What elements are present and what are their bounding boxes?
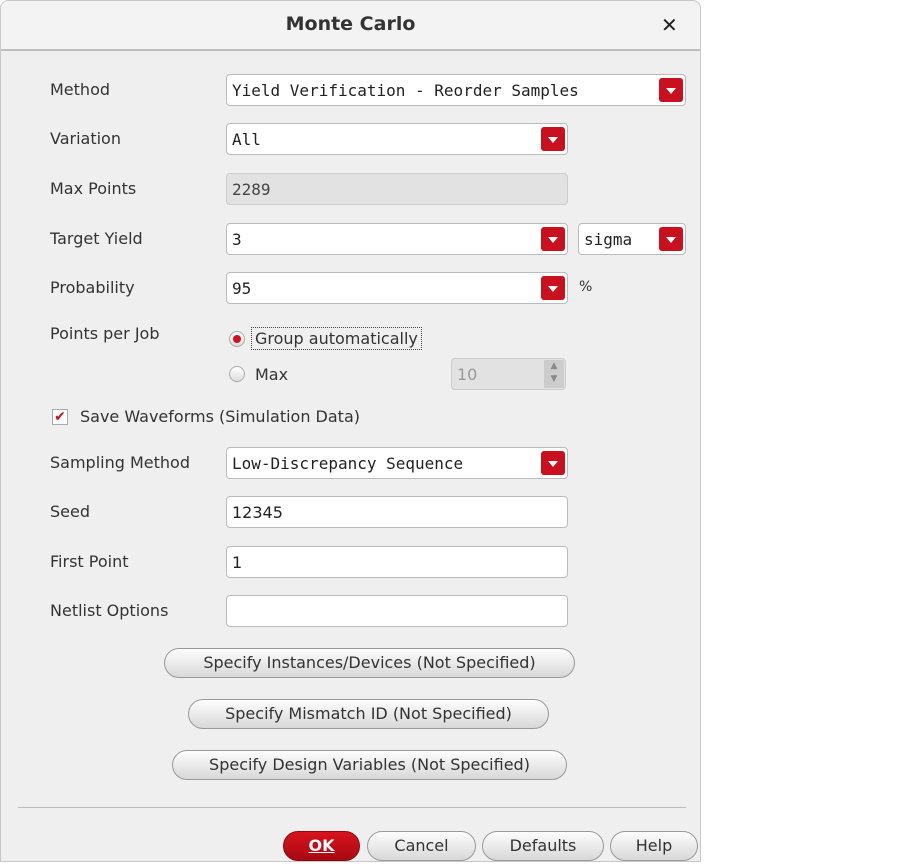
sampling-method-value: Low-Discrepancy Sequence — [232, 454, 464, 473]
chevron-down-icon[interactable] — [659, 227, 683, 251]
chevron-down-icon[interactable] — [659, 78, 683, 102]
target-yield-select[interactable]: 3 — [226, 223, 568, 255]
chevron-down-icon[interactable] — [541, 127, 565, 151]
defaults-button[interactable]: Defaults — [482, 831, 604, 861]
separator — [18, 807, 686, 808]
first-point-label: First Point — [50, 552, 129, 571]
specify-design-variables-button[interactable]: Specify Design Variables (Not Specified) — [172, 750, 567, 780]
max-label[interactable]: Max — [255, 365, 288, 384]
sampling-method-label: Sampling Method — [50, 453, 190, 472]
max-radio[interactable] — [229, 366, 245, 382]
close-icon[interactable]: ✕ — [661, 13, 678, 37]
max-points-field: 2289 — [226, 173, 568, 205]
variation-select[interactable]: All — [226, 123, 568, 155]
probability-label: Probability — [50, 278, 135, 297]
method-select[interactable]: Yield Verification - Reorder Samples — [226, 74, 686, 106]
help-button[interactable]: Help — [610, 831, 698, 861]
netlist-options-label: Netlist Options — [50, 601, 169, 620]
ok-button[interactable]: OK — [283, 831, 360, 861]
specify-mismatch-button[interactable]: Specify Mismatch ID (Not Specified) — [188, 699, 549, 729]
method-value: Yield Verification - Reorder Samples — [232, 81, 579, 100]
target-yield-label: Target Yield — [50, 229, 143, 248]
unit-value: sigma — [584, 230, 633, 249]
probability-select[interactable]: 95 — [226, 272, 568, 304]
save-waveforms-label[interactable]: Save Waveforms (Simulation Data) — [80, 407, 360, 426]
sampling-method-select[interactable]: Low-Discrepancy Sequence — [226, 447, 568, 479]
netlist-options-input[interactable] — [226, 595, 568, 627]
seed-input[interactable]: 12345 — [226, 496, 568, 528]
percent-unit: % — [579, 279, 593, 295]
probability-value: 95 — [232, 279, 252, 298]
method-label: Method — [50, 80, 111, 99]
dialog-title: Monte Carlo — [285, 13, 416, 35]
group-auto-radio[interactable] — [229, 331, 245, 347]
monte-carlo-dialog: Monte Carlo ✕ Method Yield Verification … — [0, 0, 701, 862]
chevron-down-icon[interactable] — [541, 451, 565, 475]
max-points-label: Max Points — [50, 179, 137, 198]
max-spinbox: 10 ▲ ▼ — [451, 358, 566, 390]
save-waveforms-checkbox[interactable]: ✔ — [52, 409, 68, 425]
variation-label: Variation — [50, 129, 121, 148]
cancel-button[interactable]: Cancel — [367, 831, 476, 861]
seed-label: Seed — [50, 502, 90, 521]
target-yield-unit-select[interactable]: sigma — [578, 223, 686, 255]
variation-value: All — [232, 130, 261, 149]
specify-instances-button[interactable]: Specify Instances/Devices (Not Specified… — [164, 648, 575, 678]
target-yield-value: 3 — [232, 230, 242, 249]
points-per-job-label: Points per Job — [50, 324, 160, 343]
title-bar: Monte Carlo ✕ — [1, 1, 700, 51]
first-point-input[interactable]: 1 — [226, 546, 568, 578]
chevron-down-icon[interactable] — [541, 276, 565, 300]
chevron-down-icon[interactable] — [541, 227, 565, 251]
spin-arrows-icon: ▲ ▼ — [544, 360, 564, 388]
group-auto-label[interactable]: Group automatically — [251, 327, 422, 350]
max-value: 10 — [457, 365, 478, 384]
